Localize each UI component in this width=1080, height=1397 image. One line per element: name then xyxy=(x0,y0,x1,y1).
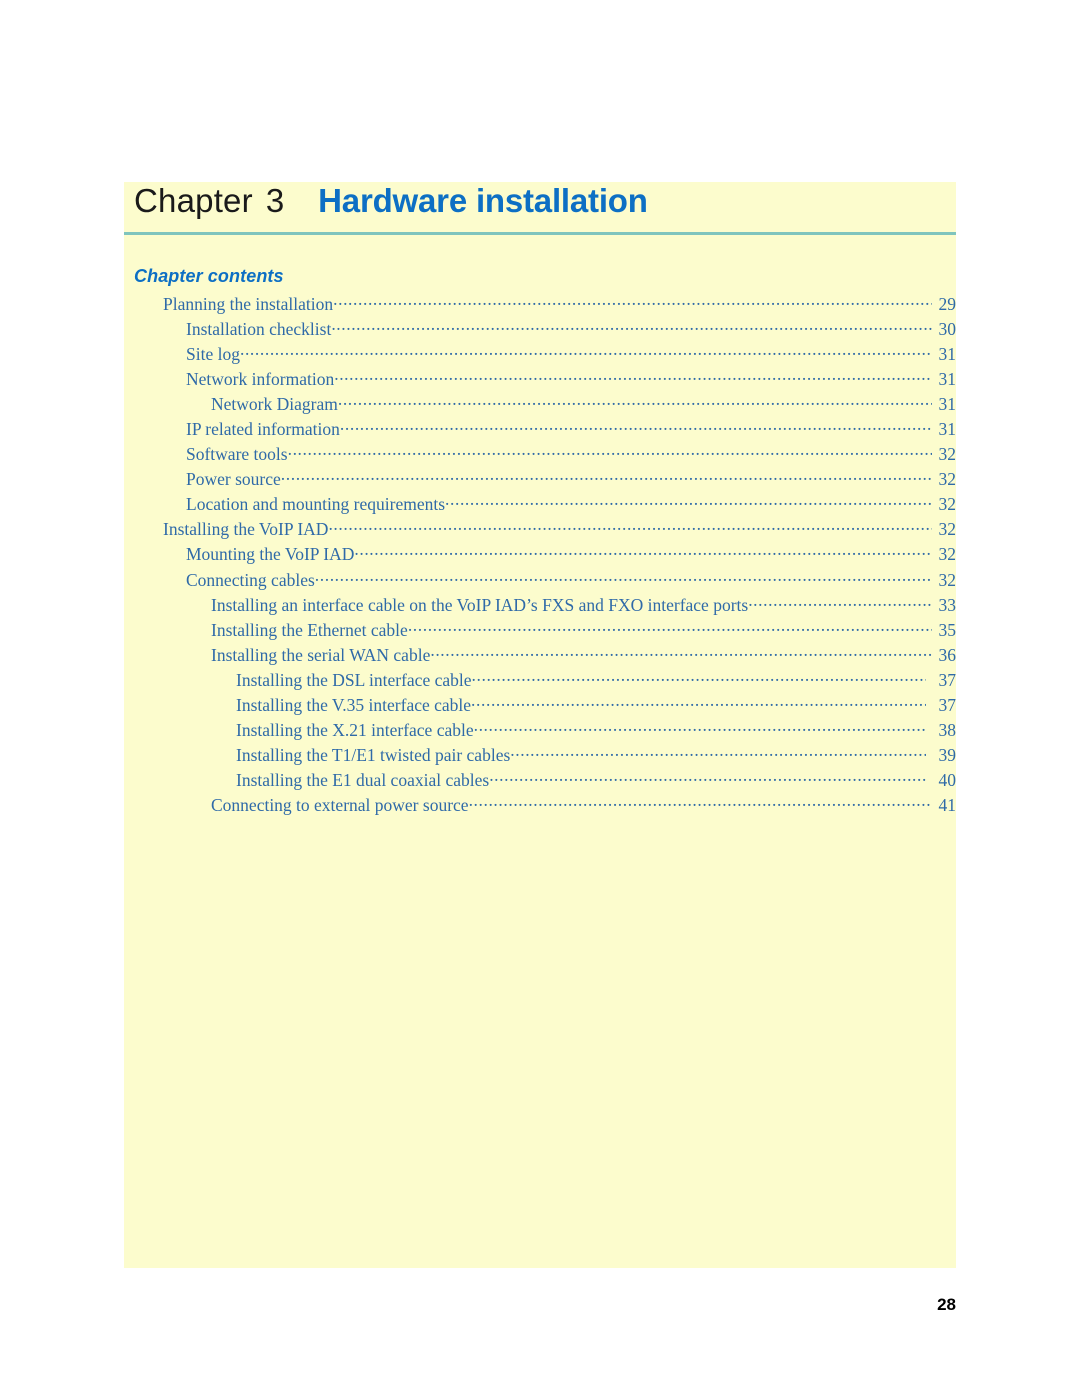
toc-dot-leader xyxy=(408,618,932,636)
toc-entry-label: Installing the VoIP IAD xyxy=(163,519,329,540)
toc-entry[interactable]: Installing an interface cable on the VoI… xyxy=(124,593,956,618)
toc-entry-page-number: 29 xyxy=(938,293,957,314)
chapter-title: Hardware installation xyxy=(318,182,648,219)
toc-entry[interactable]: Installation checklist 30 xyxy=(124,317,956,342)
toc-entry[interactable]: Network Diagram 31 xyxy=(124,392,956,417)
toc-entry[interactable]: Power source 32 xyxy=(124,468,956,493)
chapter-header: Chapter 3 Hardware installation xyxy=(124,182,956,230)
toc-entry-page-number: 37 xyxy=(938,695,957,715)
toc-entry-label: Installation checklist xyxy=(186,318,332,339)
toc-entry-label: Power source xyxy=(186,469,281,490)
toc-dot-leader xyxy=(331,317,932,335)
toc-dot-leader xyxy=(510,744,926,762)
toc-dot-leader xyxy=(445,493,932,511)
toc-entry[interactable]: Installing the X.21 interface cable 38 xyxy=(124,719,956,744)
toc-entry[interactable]: Installing the VoIP IAD 32 xyxy=(124,518,956,543)
toc-entry-label: Installing the V.35 interface cable xyxy=(236,695,472,715)
toc-entry-page-number: 31 xyxy=(938,418,957,439)
toc-entry-label: Installing the E1 dual coaxial cables xyxy=(236,770,490,791)
toc-entry-page-number: 32 xyxy=(938,444,957,465)
toc-entry-label: Installing the T1/E1 twisted pair cables xyxy=(236,745,511,766)
toc-entry[interactable]: Installing the V.35 interface cable 37 xyxy=(124,694,956,719)
toc-entry-page-number: 40 xyxy=(938,770,957,791)
toc-entry-page-number: 32 xyxy=(938,544,957,565)
chapter-number: 3 xyxy=(265,182,285,219)
toc-entry-label: Connecting to external power source xyxy=(211,795,469,816)
toc-entry-page-number: 37 xyxy=(938,669,957,690)
toc-entry-label: Software tools xyxy=(186,444,288,465)
toc-entry-page-number: 41 xyxy=(938,795,957,816)
toc-dot-leader xyxy=(489,769,926,787)
toc-entry-page-number: 32 xyxy=(938,519,957,540)
toc-entry[interactable]: Installing the Ethernet cable 35 xyxy=(124,618,956,643)
toc-entry-page-number: 32 xyxy=(938,569,957,590)
toc-dot-leader xyxy=(471,694,926,712)
toc-entry[interactable]: Network information 31 xyxy=(124,367,956,392)
chapter-contents-heading: Chapter contents xyxy=(134,266,284,286)
chapter-label: Chapter xyxy=(134,182,253,219)
toc-entry[interactable]: Location and mounting requirements 32 xyxy=(124,493,956,518)
toc-dot-leader xyxy=(748,593,932,611)
toc-entry-page-number: 38 xyxy=(938,720,957,741)
toc-entry[interactable]: Connecting to external power source 41 xyxy=(124,794,956,819)
toc-entry-label: Installing the Ethernet cable xyxy=(211,619,408,640)
toc-dot-leader xyxy=(240,342,932,360)
toc-entry-page-number: 31 xyxy=(938,393,957,414)
toc-entry[interactable]: Software tools 32 xyxy=(124,443,956,468)
toc-entry-label: Location and mounting requirements xyxy=(186,494,446,515)
page-content-block: Chapter 3 Hardware installation Chapter … xyxy=(124,182,956,1268)
table-of-contents: Planning the installation 29 Installation … xyxy=(124,292,956,819)
toc-dot-leader xyxy=(474,719,926,737)
toc-dot-leader xyxy=(281,468,932,486)
toc-entry-label: Installing the serial WAN cable xyxy=(211,644,431,665)
toc-entry-page-number: 39 xyxy=(938,745,957,766)
toc-entry[interactable]: IP related information 31 xyxy=(124,417,956,442)
toc-entry-page-number: 31 xyxy=(938,368,957,389)
toc-dot-leader xyxy=(328,518,932,536)
toc-entry[interactable]: Mounting the VoIP IAD 32 xyxy=(124,543,956,568)
toc-entry-label: Site log xyxy=(186,343,240,364)
toc-entry-page-number: 33 xyxy=(938,594,957,615)
toc-entry[interactable]: Planning the installation 29 xyxy=(124,292,956,317)
toc-entry-page-number: 32 xyxy=(938,469,957,490)
toc-dot-leader xyxy=(333,292,932,310)
toc-entry[interactable]: Installing the serial WAN cable 36 xyxy=(124,643,956,668)
toc-entry-page-number: 36 xyxy=(938,644,957,665)
toc-dot-leader xyxy=(430,643,932,661)
toc-entry-label: Installing the DSL interface cable xyxy=(236,669,472,690)
toc-dot-leader xyxy=(338,392,932,410)
toc-entry-label: Planning the installation xyxy=(163,293,334,314)
toc-entry[interactable]: Site log 31 xyxy=(124,342,956,367)
toc-entry[interactable]: Connecting cables 32 xyxy=(124,568,956,593)
toc-dot-leader xyxy=(334,367,932,385)
toc-entry[interactable]: Installing the T1/E1 twisted pair cables… xyxy=(124,744,956,769)
toc-entry-label: Network Diagram xyxy=(211,393,338,414)
toc-entry-label: IP related information xyxy=(186,418,340,439)
page-number-folio: 28 xyxy=(937,1295,956,1314)
toc-dot-leader xyxy=(354,543,932,561)
toc-entry-label: Installing an interface cable on the VoI… xyxy=(211,594,749,615)
toc-entry-label: Network information xyxy=(186,368,335,389)
toc-entry[interactable]: Installing the DSL interface cable 37 xyxy=(124,668,956,693)
toc-entry-page-number: 31 xyxy=(938,343,957,364)
toc-dot-leader xyxy=(340,417,932,435)
header-divider-rule xyxy=(124,232,956,235)
toc-entry-label: Mounting the VoIP IAD xyxy=(186,544,355,565)
toc-entry-page-number: 30 xyxy=(938,318,957,339)
toc-entry-page-number: 35 xyxy=(938,619,957,640)
toc-entry-page-number: 32 xyxy=(938,494,957,515)
toc-entry-label: Installing the X.21 interface cable xyxy=(236,720,474,741)
toc-entry-label: Connecting cables xyxy=(186,569,315,590)
toc-dot-leader xyxy=(472,668,926,686)
toc-dot-leader xyxy=(469,794,932,812)
toc-dot-leader xyxy=(288,443,932,461)
toc-entry[interactable]: Installing the E1 dual coaxial cables 40 xyxy=(124,769,956,794)
toc-dot-leader xyxy=(315,568,932,586)
